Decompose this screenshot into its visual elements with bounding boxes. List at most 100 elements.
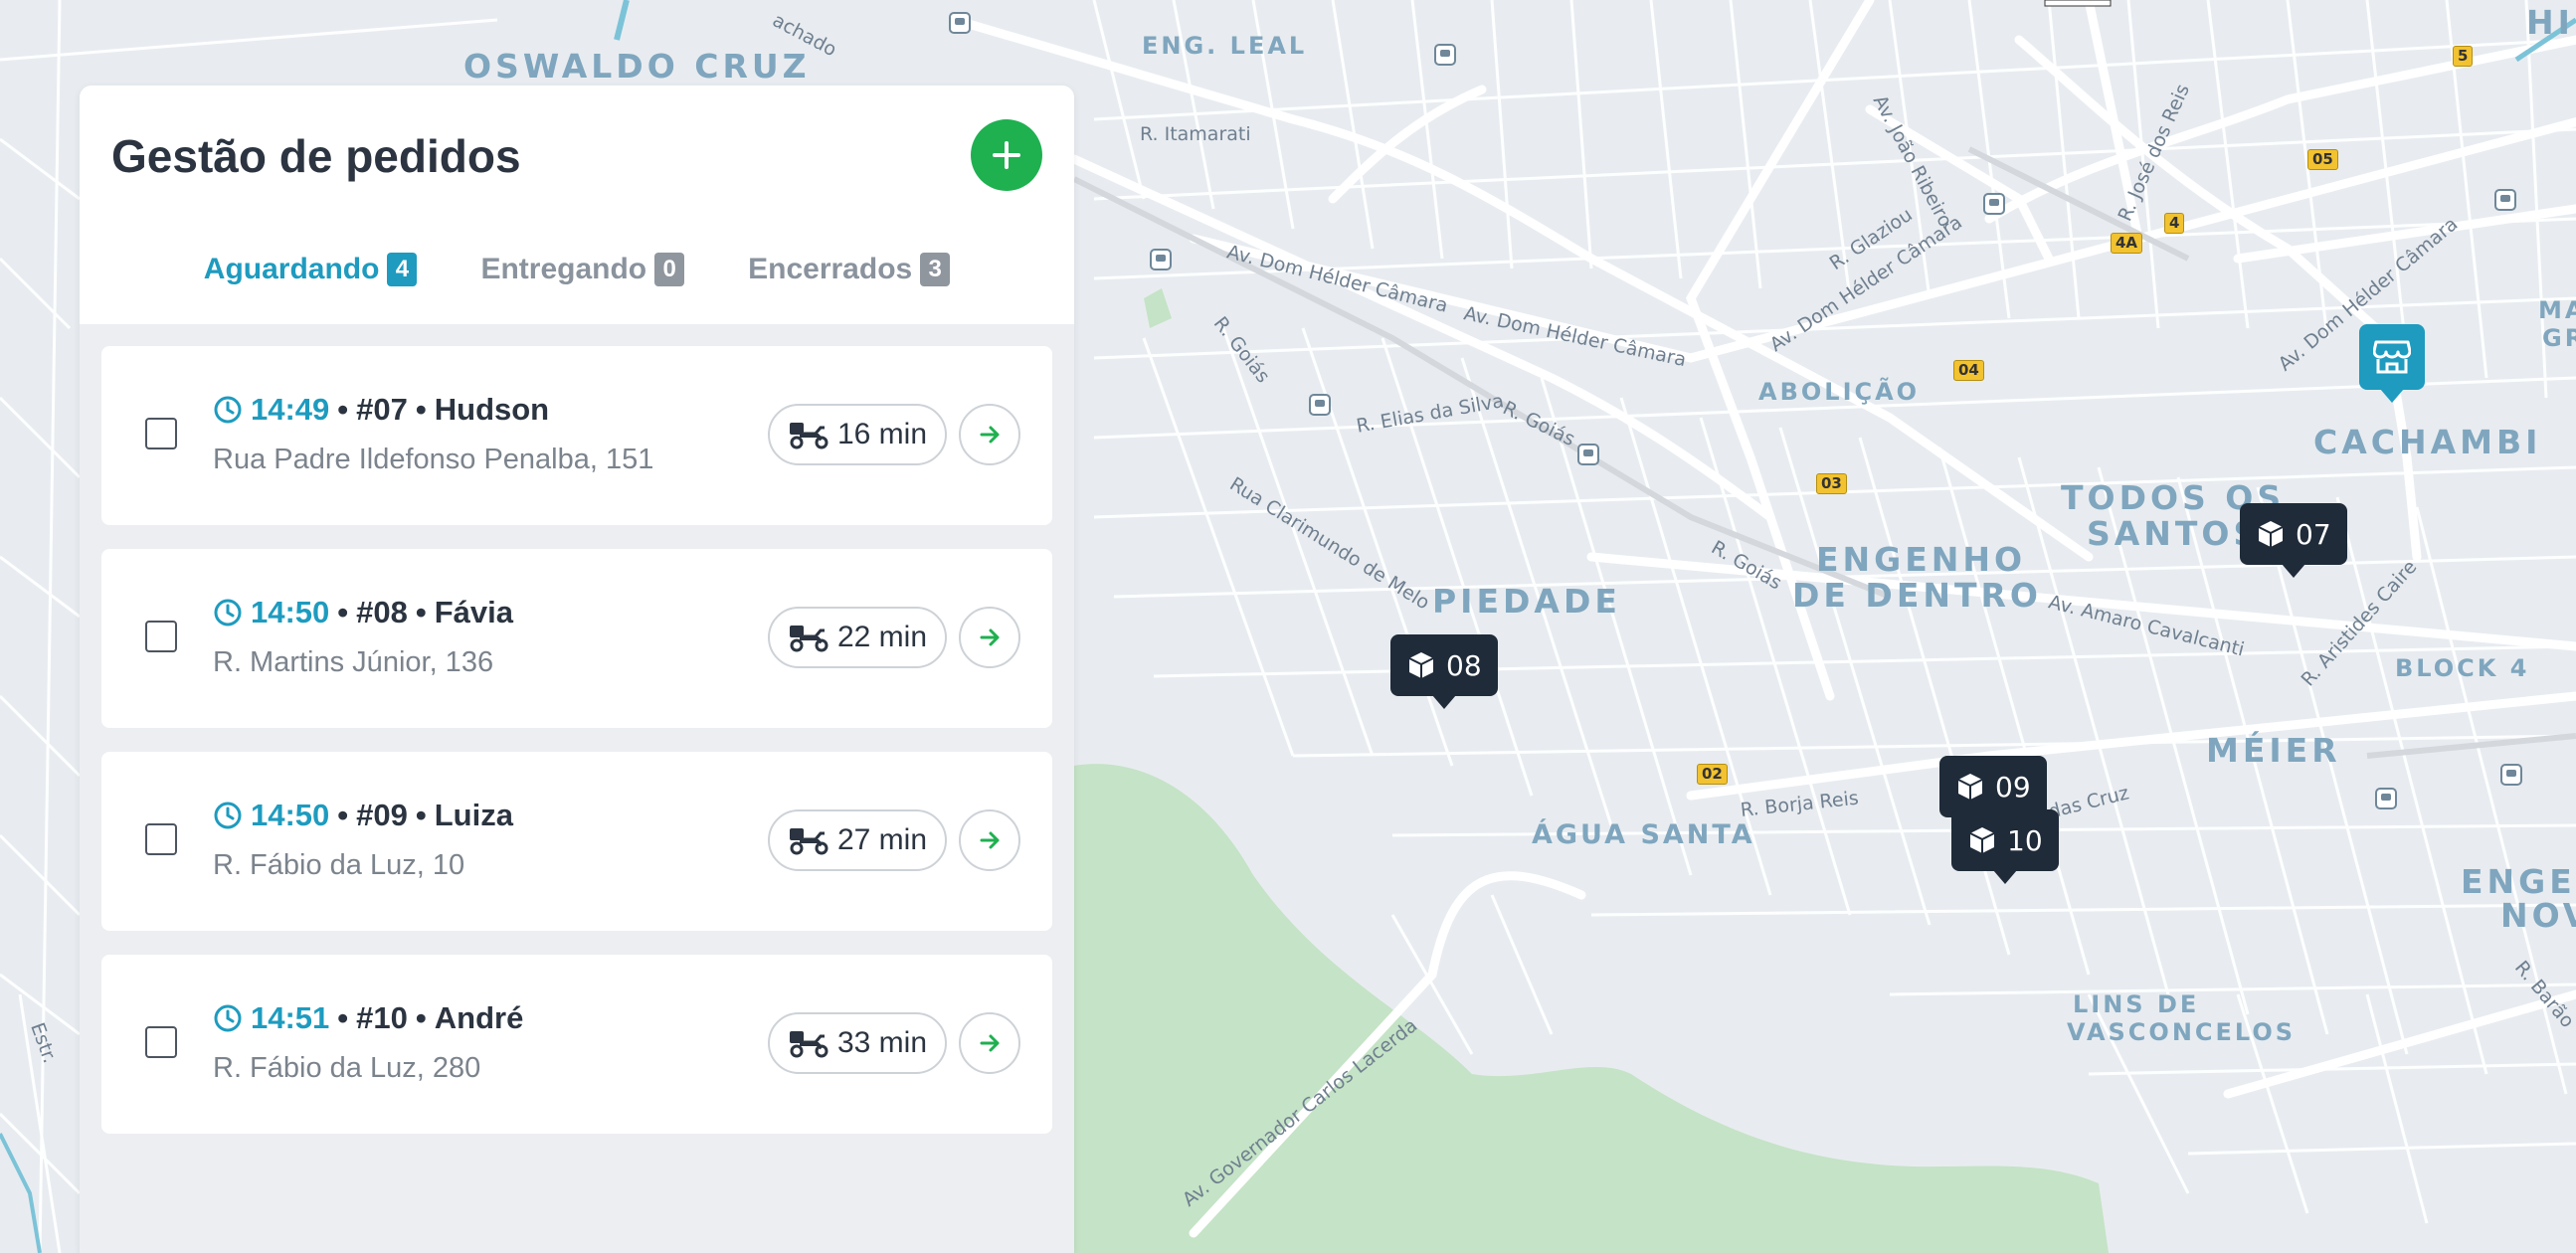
order-card[interactable]: 14:49 • #07 • Hudson Rua Padre Ildefonso… [101, 346, 1052, 525]
label-eng-leal: ENG. LEAL [1142, 32, 1308, 60]
label-maria: MARIA [2538, 296, 2576, 324]
order-card[interactable]: 14:50 • #09 • Luiza R. Fábio da Luz, 10 … [101, 752, 1052, 931]
tab-count-badge: 3 [920, 253, 951, 286]
open-order-button[interactable] [959, 1012, 1020, 1074]
separator: • [337, 392, 349, 427]
separator: • [415, 392, 427, 427]
train-station-icon [2500, 764, 2522, 786]
pin-label: 09 [1995, 770, 2031, 804]
separator: • [415, 1000, 427, 1035]
label-gra: GRA [2542, 324, 2576, 352]
panel-header: Gestão de pedidos Aguardando 4 Entregand… [80, 86, 1074, 324]
add-order-button[interactable] [971, 119, 1042, 191]
store-pin[interactable] [2359, 324, 2425, 403]
label-agua-santa: ÁGUA SANTA [1532, 819, 1755, 850]
order-number: #10 [356, 1000, 408, 1035]
label-vasconcelos: VASCONCELOS [2067, 1018, 2297, 1046]
open-order-button[interactable] [959, 809, 1020, 871]
separator: • [337, 1000, 349, 1035]
clock-icon [214, 599, 242, 626]
train-station-icon [2375, 788, 2397, 809]
order-checkbox[interactable] [145, 418, 177, 449]
label-enge: ENGE [2461, 862, 2576, 901]
package-icon [2258, 521, 2284, 547]
order-address: Rua Padre Ildefonso Penalba, 151 [213, 444, 654, 475]
order-summary: 14:49 • #07 • Hudson [213, 392, 549, 428]
tab-entregando[interactable]: Entregando 0 [480, 253, 685, 286]
delivery-eta: 27 min [767, 809, 947, 871]
road-shield: 5 [2453, 46, 2474, 67]
label-nov: NOV [2500, 896, 2576, 935]
train-station-icon [1983, 193, 2005, 215]
order-number: #08 [356, 595, 408, 629]
order-time: 14:49 [251, 392, 330, 427]
order-time: 14:51 [251, 1000, 330, 1035]
clock-icon [214, 1004, 242, 1032]
open-order-button[interactable] [959, 607, 1020, 668]
tab-label: Aguardando [203, 253, 380, 285]
order-pin-08[interactable]: 08 [1390, 634, 1498, 709]
tab-aguardando[interactable]: Aguardando 4 [204, 253, 418, 286]
order-address: R. Fábio da Luz, 10 [213, 849, 465, 881]
delivery-eta: 16 min [767, 404, 947, 465]
order-time: 14:50 [251, 798, 330, 832]
customer-name: Fávia [434, 595, 514, 629]
order-pin-07[interactable]: 07 [2240, 503, 2347, 578]
eta-label: 22 min [836, 621, 927, 653]
order-card[interactable]: 14:51 • #10 • André R. Fábio da Luz, 280… [101, 955, 1052, 1134]
order-number: #07 [356, 392, 408, 427]
delivery-eta: 33 min [767, 1012, 947, 1074]
label-cachambi: CACHAMBI [2313, 423, 2542, 461]
order-card[interactable]: 14:50 • #08 • Fávia R. Martins Júnior, 1… [101, 549, 1052, 728]
motorcycle-icon [789, 828, 828, 855]
tab-count-badge: 0 [654, 253, 685, 286]
motorcycle-icon [789, 1031, 828, 1058]
train-station-icon [2494, 189, 2516, 211]
separator: • [337, 798, 349, 832]
arrow-right-icon [980, 426, 1000, 444]
order-time: 14:50 [251, 595, 330, 629]
package-icon [1408, 652, 1434, 678]
order-checkbox[interactable] [145, 621, 177, 652]
label-oswaldo-cruz: OSWALDO CRUZ [463, 47, 811, 86]
status-tabs: Aguardando 4 Entregando 0 Encerrados 3 [80, 253, 1074, 286]
open-order-button[interactable] [959, 404, 1020, 465]
clock-icon [214, 396, 242, 424]
package-icon [1969, 827, 1995, 853]
train-station-icon [1434, 44, 1456, 66]
arrow-right-icon [980, 1034, 1000, 1052]
order-address: R. Fábio da Luz, 280 [213, 1052, 481, 1084]
eta-label: 33 min [836, 1026, 927, 1059]
separator: • [337, 595, 349, 629]
tab-count-badge: 4 [387, 253, 418, 286]
orders-list: 14:49 • #07 • Hudson Rua Padre Ildefonso… [101, 346, 1052, 1158]
road-shield: 05 [2307, 149, 2338, 170]
order-pin-10[interactable]: 10 [1951, 809, 2059, 884]
orders-panel: Gestão de pedidos Aguardando 4 Entregand… [80, 86, 1074, 1253]
page-title: Gestão de pedidos [111, 130, 521, 182]
label-meier: MÉIER [2206, 731, 2341, 770]
clock-icon [214, 802, 242, 829]
train-station-icon [1309, 394, 1331, 416]
label-de-dentro: DE DENTRO [1792, 576, 2042, 615]
arrow-right-icon [980, 628, 1000, 646]
train-station-icon [1150, 249, 1172, 270]
motorcycle-icon [789, 626, 828, 652]
train-station-icon [949, 12, 971, 34]
pin-label: 10 [2007, 823, 2043, 857]
eta-label: 27 min [836, 823, 927, 856]
store-icon [2373, 340, 2411, 374]
road-shield: 4 [2164, 213, 2185, 234]
label-piedade: PIEDADE [1432, 582, 1621, 621]
pin-label: 08 [1446, 648, 1482, 682]
label-hi: HI [2526, 3, 2574, 42]
order-checkbox[interactable] [145, 1026, 177, 1058]
order-summary: 14:50 • #08 • Fávia [213, 595, 513, 630]
order-pin-09[interactable]: 09 [1939, 756, 2047, 830]
road-shield: 04 [1953, 360, 1984, 381]
label-lins-de: LINS DE [2073, 990, 2200, 1018]
tab-encerrados[interactable]: Encerrados 3 [748, 253, 951, 286]
order-checkbox[interactable] [145, 823, 177, 855]
label-block-4: BLOCK 4 [2395, 654, 2530, 682]
motorcycle-icon [789, 423, 828, 449]
